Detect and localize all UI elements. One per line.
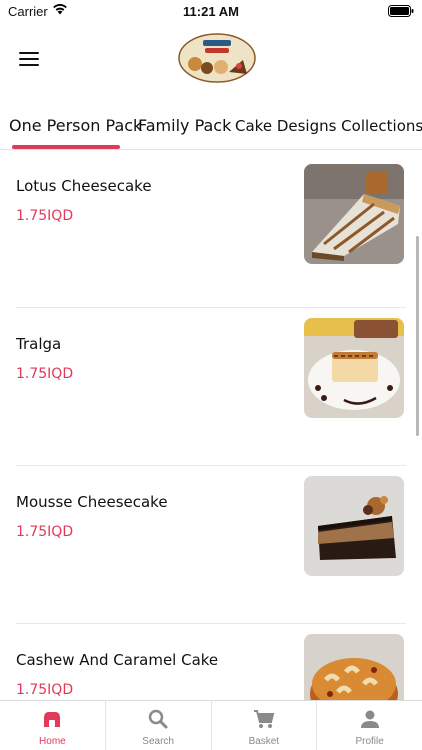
nav-search[interactable]: Search xyxy=(104,701,211,750)
product-name: Lotus Cheesecake xyxy=(16,177,152,195)
nav-profile[interactable]: Profile xyxy=(316,701,422,750)
lotus-cheesecake-photo xyxy=(304,164,404,264)
nav-label: Profile xyxy=(355,736,384,747)
product-name: Tralga xyxy=(16,335,62,353)
nav-basket[interactable]: Basket xyxy=(210,701,317,750)
product-item[interactable]: Cashew And Caramel Cake 1.75IQD xyxy=(16,624,406,700)
cashew-caramel-cake-photo xyxy=(304,634,404,700)
product-price: 1.75IQD xyxy=(16,682,74,698)
product-price: 1.75IQD xyxy=(16,524,74,540)
search-icon xyxy=(148,709,168,729)
app-header xyxy=(0,24,422,96)
home-icon xyxy=(44,712,61,727)
status-bar: Carrier 11:21 AM xyxy=(0,0,422,24)
battery-icon xyxy=(388,5,414,17)
product-item[interactable]: Mousse Cheesecake 1.75IQD xyxy=(16,466,406,624)
mousse-cheesecake-photo xyxy=(304,476,404,576)
nav-label: Search xyxy=(142,736,174,747)
product-name: Cashew And Caramel Cake xyxy=(16,651,219,669)
status-time: 11:21 AM xyxy=(183,4,239,19)
tralga-photo xyxy=(304,318,404,418)
profile-icon xyxy=(360,710,379,728)
tab-cake-designs-collections[interactable]: Cake Designs Collections xyxy=(235,117,422,135)
bottom-navigation: Home Search Basket Profile xyxy=(0,700,422,750)
hamburger-menu-icon xyxy=(19,52,39,66)
product-item[interactable]: Tralga 1.75IQD xyxy=(16,308,406,466)
list-scrollbar[interactable] xyxy=(416,236,419,436)
nav-home[interactable]: Home xyxy=(0,701,105,750)
product-price: 1.75IQD xyxy=(16,208,74,224)
basket-icon xyxy=(253,710,275,728)
category-tabs: One Person Pack Family Pack Cake Designs… xyxy=(0,108,422,150)
menu-button[interactable] xyxy=(14,44,44,74)
tab-family-pack[interactable]: Family Pack xyxy=(138,116,231,135)
product-price: 1.75IQD xyxy=(16,366,74,382)
nav-label: Basket xyxy=(248,736,280,747)
tab-one-person-pack[interactable]: One Person Pack xyxy=(9,116,142,135)
product-list: Lotus Cheesecake 1.75IQD Tralga 1.75IQD xyxy=(0,150,422,700)
product-item[interactable]: Lotus Cheesecake 1.75IQD xyxy=(16,150,406,308)
active-tab-indicator xyxy=(12,145,120,149)
bakery-logo-icon xyxy=(178,33,256,83)
product-name: Mousse Cheesecake xyxy=(16,493,168,511)
nav-label: Home xyxy=(39,736,66,747)
